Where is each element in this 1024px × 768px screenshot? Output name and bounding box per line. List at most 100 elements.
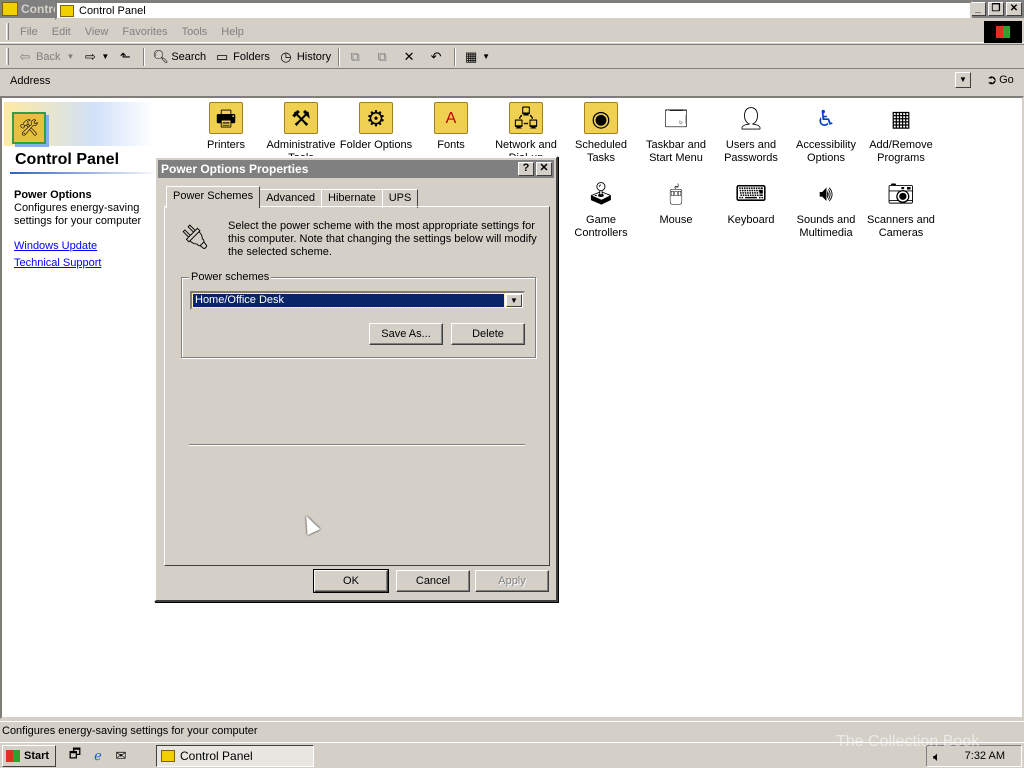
close-button[interactable]: ✕ (1006, 2, 1022, 16)
control-panel-icon (2, 2, 18, 16)
power-schemes-group (181, 277, 536, 358)
start-button[interactable]: Start (2, 744, 56, 767)
item-sounds[interactable]: 🔊︎ Sounds and Multimedia (788, 177, 864, 240)
folders-icon: ▭ (216, 48, 229, 64)
views-button[interactable]: ▦ ▼ (459, 46, 494, 68)
forward-dropdown-icon[interactable]: ▼ (101, 52, 109, 61)
address-dropdown-button[interactable]: ▼ (955, 72, 971, 88)
menu-favorites[interactable]: Favorites (115, 26, 174, 38)
item-game-controllers[interactable]: 🕹︎ Game Controllers (563, 177, 639, 240)
dialog-titlebar[interactable]: Power Options Properties ? ✕ (158, 160, 554, 178)
move-to-icon: ⧉ (350, 48, 360, 64)
move-to-button[interactable]: ⧉ (343, 46, 370, 68)
windows-flag-icon (6, 749, 20, 762)
dialog-close-button[interactable]: ✕ (536, 162, 552, 176)
folders-button[interactable]: ▭ Folders (210, 46, 274, 68)
menubar-grip[interactable] (6, 23, 9, 40)
item-fonts[interactable]: A Fonts (413, 102, 489, 152)
speaker-icon: 🔊︎ (819, 180, 833, 206)
back-dropdown-icon[interactable]: ▼ (66, 52, 74, 61)
show-desktop-icon[interactable]: 🗗 (66, 746, 84, 765)
go-button[interactable]: ➲ Go (978, 70, 1022, 90)
item-users[interactable]: 👤︎ Users and Passwords (713, 102, 789, 165)
delete-button[interactable]: Delete (451, 323, 525, 345)
help-button[interactable]: ? (518, 162, 534, 176)
technical-support-link[interactable]: Technical Support (14, 257, 101, 269)
selected-item-name: Power Options (14, 189, 92, 201)
item-scanners[interactable]: 📷︎ Scanners and Cameras (863, 177, 939, 240)
menu-bar: File Edit View Favorites Tools Help (0, 21, 1024, 43)
internet-explorer-icon[interactable]: ℯ (89, 747, 107, 765)
watermark: The Collection Book (836, 733, 980, 750)
control-panel-large-icon: 🛠︎ (12, 112, 46, 144)
power-scheme-select[interactable]: Home/Office Desk ▼ (190, 291, 525, 310)
fonts-icon: A (434, 102, 468, 134)
history-icon: ◷ (280, 48, 292, 64)
selected-item-description: Configures energy-saving settings for yo… (14, 202, 142, 227)
status-text: Configures energy-saving settings for yo… (2, 725, 258, 737)
copy-to-button[interactable]: ⧉ (370, 46, 397, 68)
menu-view[interactable]: View (78, 26, 116, 38)
item-accessibility[interactable]: ♿︎ Accessibility Options (788, 102, 864, 165)
mouse-icon: 🖱︎ (669, 180, 683, 206)
address-input[interactable]: Control Panel (55, 1, 972, 20)
item-taskbar[interactable]: 🗔 Taskbar and Start Menu (638, 102, 714, 165)
volume-icon[interactable]: 🔈︎ (933, 749, 941, 765)
apply-button[interactable]: Apply (475, 570, 549, 592)
sidebar-rule (10, 172, 160, 174)
chevron-down-icon[interactable]: ▼ (506, 294, 522, 307)
undo-icon: ↶ (430, 48, 442, 64)
up-folder-icon: ⬑ (119, 48, 131, 64)
toolbar-separator (454, 47, 457, 66)
dialog-title: Power Options Properties (161, 162, 309, 176)
history-button[interactable]: ◷ History (274, 46, 335, 68)
menu-file[interactable]: File (13, 26, 45, 38)
item-add-remove[interactable]: ▦ Add/Remove Programs (863, 102, 939, 165)
taskbar-control-panel[interactable]: Control Panel (156, 745, 314, 767)
delete-toolbar-button[interactable]: ✕ (397, 46, 424, 68)
outlook-express-icon[interactable]: ✉ (112, 747, 130, 765)
item-mouse[interactable]: 🖱︎ Mouse (638, 177, 714, 227)
scanner-icon: 📷︎ (887, 180, 915, 206)
control-panel-task-icon (161, 750, 175, 762)
admin-tools-icon: ⚒ (284, 102, 318, 134)
menu-tools[interactable]: Tools (175, 26, 215, 38)
clock[interactable]: 7:32 AM (965, 750, 1005, 762)
search-button[interactable]: 🔍︎ Search (148, 46, 210, 68)
item-printers[interactable]: 🖶 Printers (188, 102, 264, 152)
restore-button[interactable]: ❐ (988, 2, 1004, 16)
cancel-button[interactable]: Cancel (396, 570, 470, 592)
dialog-tabs: Power Schemes Advanced Hibernate UPS (166, 186, 419, 208)
search-icon: 🔍︎ (152, 48, 169, 64)
item-keyboard[interactable]: ⌨ Keyboard (713, 177, 789, 227)
toolbar-grip[interactable] (6, 48, 9, 65)
tab-power-schemes[interactable]: Power Schemes (166, 186, 261, 208)
up-button[interactable]: ⬑ (113, 46, 140, 68)
power-scheme-value: Home/Office Desk (192, 293, 505, 308)
sidebar-title: Control Panel (15, 151, 120, 168)
forward-arrow-icon: ⇨ (84, 48, 96, 64)
quick-launch: 🗗 ℯ ✉ (66, 746, 130, 765)
menu-help[interactable]: Help (214, 26, 251, 38)
power-schemes-group-label: Power schemes (189, 271, 272, 283)
address-bar: Address (0, 70, 1024, 92)
power-schemes-panel: 🔌︎ Select the power scheme with the most… (164, 206, 550, 566)
views-grid-icon: ▦ (464, 48, 478, 64)
ok-button[interactable]: OK (313, 569, 389, 593)
views-dropdown-icon[interactable]: ▼ (482, 52, 490, 61)
back-button[interactable]: ⇦ Back ▼ (13, 46, 78, 68)
copy-to-icon: ⧉ (377, 48, 387, 64)
windows-logo-icon (984, 21, 1022, 43)
undo-button[interactable]: ↶ (424, 46, 451, 68)
delete-x-icon: ✕ (403, 48, 415, 64)
address-value: Control Panel (79, 4, 146, 17)
address-label: Address (10, 75, 51, 87)
item-folder-options[interactable]: ⚙ Folder Options (338, 102, 414, 152)
menu-edit[interactable]: Edit (45, 26, 78, 38)
forward-button[interactable]: ⇨ ▼ (78, 46, 113, 68)
windows-update-link[interactable]: Windows Update (14, 240, 97, 252)
minimize-button[interactable]: _ (970, 2, 986, 16)
save-as-button[interactable]: Save As... (369, 323, 443, 345)
go-arrow-icon: ➲ (986, 72, 998, 87)
item-scheduled-tasks[interactable]: ◉ Scheduled Tasks (563, 102, 639, 165)
